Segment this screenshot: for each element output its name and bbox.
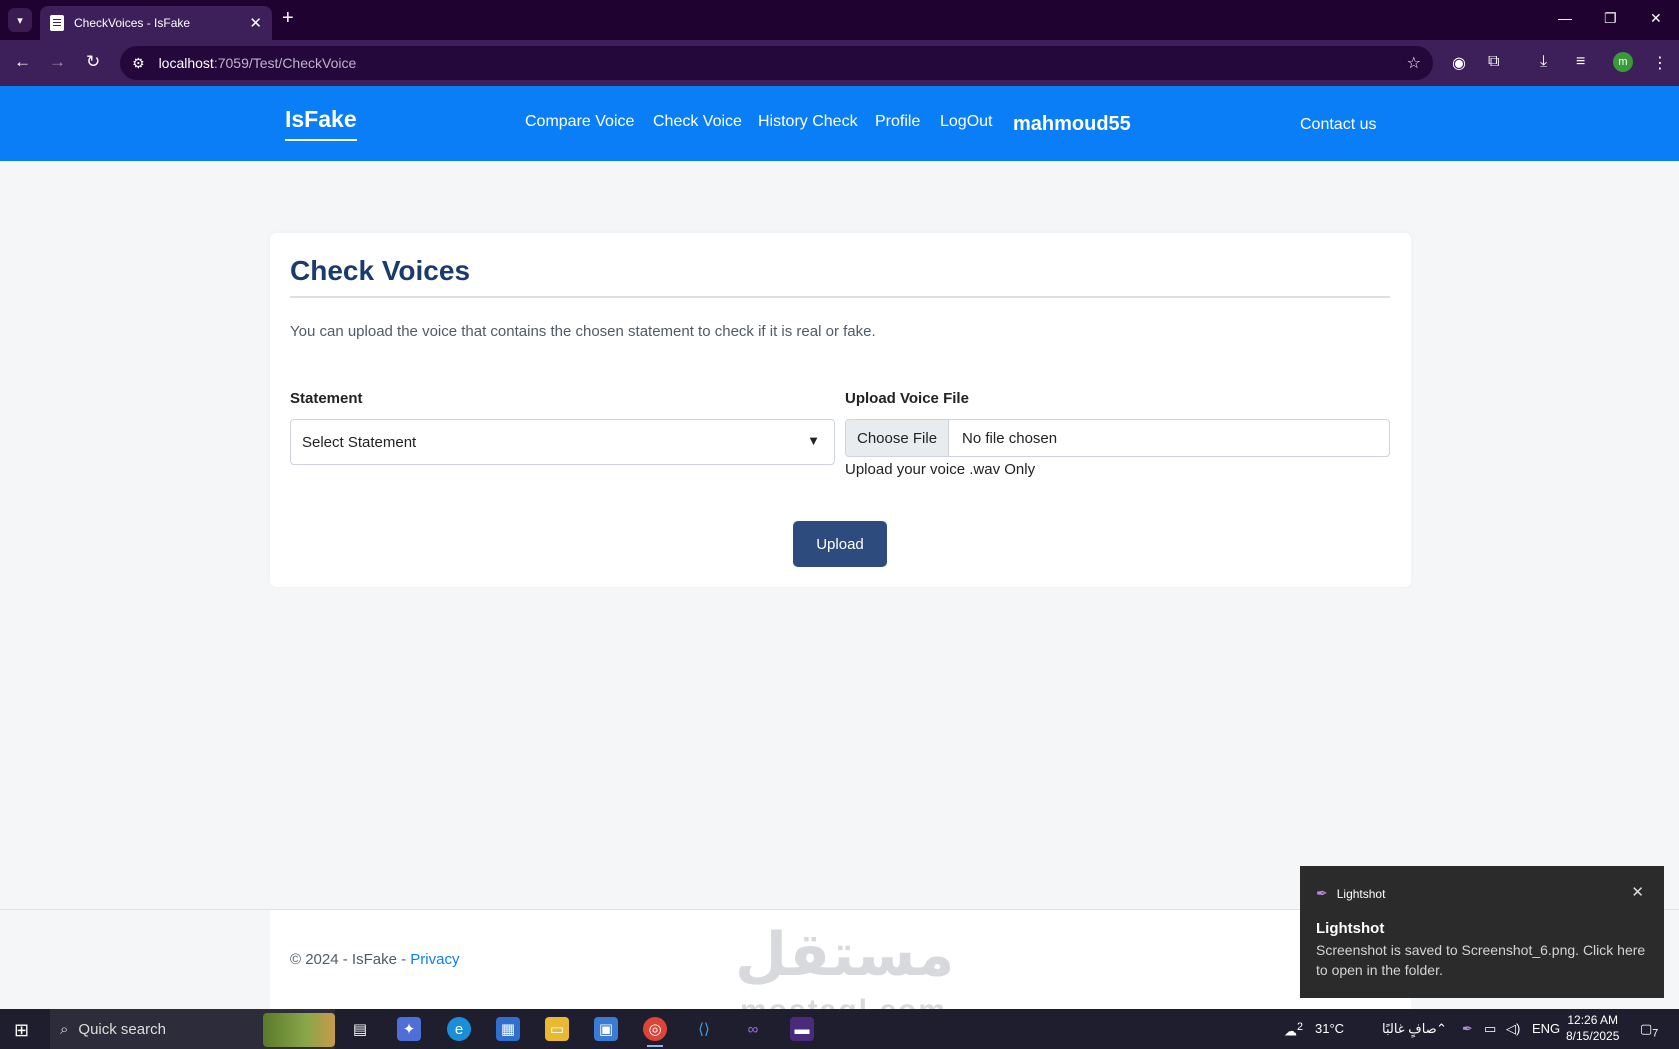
page-title: Check Voices (290, 255, 471, 286)
nav-profile[interactable]: Profile (875, 113, 920, 131)
statement-selected-value: Select Statement (302, 433, 417, 451)
upload-voice-label: Upload Voice File (845, 390, 969, 407)
restore-icon[interactable]: ❐ (1604, 10, 1617, 27)
feather-icon: ✒ (1316, 885, 1328, 901)
notification-message: Screenshot is saved to Screenshot_6.png.… (1316, 942, 1646, 978)
extension-icon[interactable]: ◉ (1452, 53, 1466, 73)
vscode-icon[interactable]: ⟨⟩ (692, 1017, 716, 1041)
taskbar-search-text: Quick search (78, 1020, 166, 1038)
file-status: No file chosen (962, 429, 1058, 447)
weather-text: صافٍ غالبًا (1382, 1021, 1437, 1036)
tab-list-icon[interactable]: ▾ (8, 8, 32, 32)
nav-contact-us[interactable]: Contact us (1300, 116, 1376, 134)
task-view-icon[interactable]: ▤ (348, 1017, 372, 1041)
forward-icon[interactable]: → (49, 52, 66, 72)
bookmark-star-icon[interactable]: ☆ (1407, 53, 1421, 73)
watermark-arabic: مستقل (735, 921, 955, 988)
nav-logout[interactable]: LogOut (940, 113, 992, 131)
chevron-down-icon: ▼ (807, 433, 820, 448)
upload-button[interactable]: Upload (793, 521, 887, 567)
clock-date: 8/15/2025 (1566, 1029, 1620, 1043)
page-description: You can upload the voice that contains t… (290, 323, 876, 340)
copilot-icon[interactable]: ✦ (397, 1017, 421, 1041)
username: mahmoud55 (1013, 113, 1131, 135)
privacy-link[interactable]: Privacy (410, 951, 459, 968)
close-window-icon[interactable]: ✕ (1650, 10, 1662, 27)
notification-count: 7 (1652, 1027, 1659, 1040)
voice-file-input[interactable]: Choose File No file chosen (845, 419, 1390, 457)
notification-app-name: Lightshot (1336, 886, 1386, 901)
url-input[interactable]: ⚙ localhost:7059/Test/CheckVoice ☆ (120, 46, 1433, 80)
temperature: 31°C (1315, 1021, 1345, 1036)
notification-center-icon[interactable]: ▢7 (1640, 1021, 1658, 1040)
chrome-icon[interactable]: ◎ (643, 1017, 667, 1047)
browser-tab[interactable]: CheckVoices - IsFake ✕ (40, 6, 272, 40)
nav-history-check[interactable]: History Check (758, 113, 858, 131)
nav-compare-voice[interactable]: Compare Voice (525, 113, 634, 131)
language-indicator[interactable]: ENG (1532, 1021, 1560, 1036)
download-icon[interactable]: ⤓ (1540, 53, 1547, 71)
check-voices-card: Check Voices You can upload the voice th… (270, 233, 1411, 587)
lightshot-notification[interactable]: ✒ Lightshot ✕ Lightshot Screenshot is sa… (1300, 866, 1664, 998)
address-bar-row: ← → ↻ ⚙ localhost:7059/Test/CheckVoice ☆… (0, 40, 1679, 86)
brand-logo[interactable]: IsFake (285, 106, 357, 141)
profile-avatar[interactable]: m (1613, 52, 1633, 72)
taskbar-search[interactable]: ⌕ Quick search (50, 1009, 335, 1049)
nav-check-voice[interactable]: Check Voice (653, 113, 742, 131)
new-tab-icon[interactable]: + (282, 7, 294, 30)
weather-icon[interactable]: ☁2 (1284, 1021, 1303, 1039)
minimize-icon[interactable]: — (1558, 10, 1572, 26)
terminal-icon[interactable]: ▬ (790, 1017, 814, 1041)
browser-tab-bar: ▾ CheckVoices - IsFake ✕ + — ❐ ✕ (0, 0, 1679, 40)
statement-label: Statement (290, 390, 363, 407)
close-icon[interactable]: ✕ (1631, 883, 1644, 901)
site-info-icon[interactable]: ⚙ (132, 55, 145, 72)
notification-title: Lightshot (1316, 920, 1385, 937)
chevron-up-icon[interactable]: ⌃ (1436, 1021, 1447, 1037)
volume-icon[interactable]: ◁) (1506, 1021, 1520, 1037)
edge-icon[interactable]: e (447, 1017, 471, 1041)
upload-hint: Upload your voice .wav Only (845, 461, 1036, 478)
search-icon: ⌕ (60, 1020, 69, 1038)
store-icon[interactable]: ▦ (496, 1017, 520, 1041)
file-explorer-icon[interactable]: ▭ (545, 1017, 569, 1041)
divider (290, 296, 1390, 298)
footer-text: © 2024 - IsFake - Privacy (290, 951, 459, 968)
clock-time: 12:26 AM (1567, 1013, 1619, 1027)
document-icon (50, 15, 64, 31)
media-icon[interactable]: ≡ (1576, 53, 1585, 71)
url-text: localhost:7059/Test/CheckVoice (158, 55, 357, 71)
reload-icon[interactable]: ↻ (86, 52, 100, 72)
statement-select[interactable]: Select Statement ▼ (290, 419, 835, 465)
tab-title: CheckVoices - IsFake (74, 16, 191, 30)
remote-desktop-icon[interactable]: ▣ (594, 1017, 618, 1041)
choose-file-button[interactable]: Choose File (846, 420, 950, 456)
windows-start-icon[interactable]: ⊞ (14, 1020, 29, 1041)
network-icon[interactable]: ▭ (1484, 1021, 1496, 1037)
close-tab-icon[interactable]: ✕ (249, 14, 262, 32)
notification-app: ✒ Lightshot (1316, 885, 1385, 902)
lightshot-tray-icon[interactable]: ✒ (1462, 1021, 1473, 1037)
back-icon[interactable]: ← (14, 52, 31, 72)
windows-taskbar: ⊞ ⌕ Quick search ▤ ✦ e ▦ ▭ ▣ ◎ ⟨⟩ ∞ ▬ ☁2… (0, 1009, 1679, 1049)
weather-badge: 2 (1297, 1021, 1304, 1033)
puzzle-icon[interactable]: ⧉ (1488, 53, 1499, 71)
visual-studio-icon[interactable]: ∞ (741, 1017, 765, 1041)
site-navbar: IsFake Compare Voice Check Voice History… (0, 86, 1679, 161)
search-highlight-image (263, 1013, 335, 1047)
clock[interactable]: 12:26 AM 8/15/2025 (1566, 1012, 1619, 1044)
copyright: © 2024 - IsFake - (290, 951, 411, 968)
menu-icon[interactable]: ⋮ (1652, 53, 1668, 73)
